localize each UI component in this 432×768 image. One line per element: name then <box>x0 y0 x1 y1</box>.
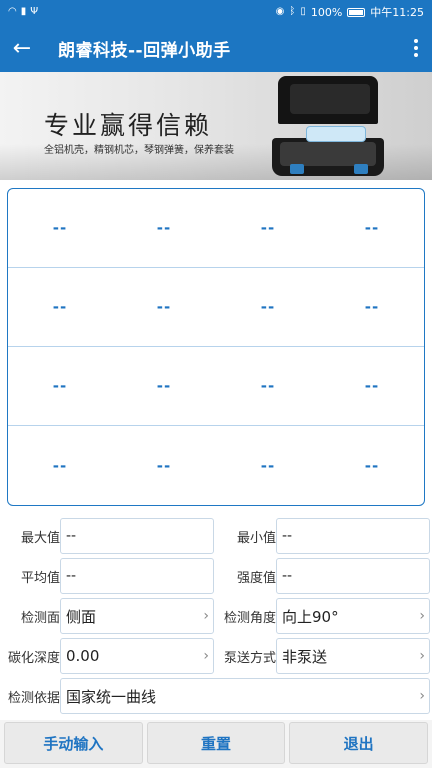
angle-value: 向上90° <box>282 607 339 626</box>
chevron-right-icon: › <box>419 688 425 704</box>
avg-value-field: -- <box>60 558 214 594</box>
reading-cell: -- <box>364 456 380 475</box>
basis-label: 检测依据 <box>7 690 60 706</box>
strength-value-field: -- <box>276 558 430 594</box>
reading-cell: -- <box>216 347 320 426</box>
chevron-right-icon: › <box>419 648 425 664</box>
battery-percent: 100% <box>310 5 343 19</box>
reading-cell: -- <box>320 189 424 268</box>
reading-cell: -- <box>112 268 216 347</box>
basis-selector[interactable]: 国家统一曲线 › <box>60 678 430 714</box>
surface-selector[interactable]: 侧面 › <box>60 598 214 634</box>
min-label: 最小值 <box>236 530 276 546</box>
form-row-max-min: 最大值 -- 最小值 -- <box>0 518 432 558</box>
page-title: 朗睿科技--回弹小助手 <box>58 40 231 61</box>
angle-selector[interactable]: 向上90° › <box>276 598 430 634</box>
surface-label: 检测面 <box>20 610 60 626</box>
max-value: -- <box>66 528 77 544</box>
reading-cell: -- <box>156 456 172 475</box>
surface-value: 侧面 <box>66 607 97 626</box>
reading-cell: -- <box>8 347 112 426</box>
pump-value: 非泵送 <box>282 647 328 666</box>
bottom-button-bar: 手动输入 重置 退出 <box>0 720 432 768</box>
back-arrow-icon[interactable]: ← <box>0 24 44 72</box>
form-row-carbon-pump: 碳化深度 0.00 › 泵送方式 非泵送 › <box>0 638 432 678</box>
min-value: -- <box>282 528 293 544</box>
promo-banner[interactable]: 专业赢得信赖 全铝机壳，精钢机芯，琴钢弹簧，保养套装 <box>0 72 432 180</box>
reading-cell: -- <box>8 268 112 347</box>
reading-cell: -- <box>216 268 320 347</box>
reading-cell: -- <box>52 456 68 475</box>
avg-value: -- <box>66 568 77 584</box>
banner-headline: 专业赢得信赖 <box>44 111 213 140</box>
angle-label: 检测角度 <box>223 610 276 626</box>
wifi-icon: ◠ <box>8 6 17 17</box>
battery-icon <box>347 7 366 17</box>
reading-cell: -- <box>320 347 424 426</box>
status-time: 中午11:25 <box>370 6 424 19</box>
reading-cell: -- <box>320 268 424 347</box>
reading-cell: -- <box>112 189 216 268</box>
readings-grid: -- -- -- -- -- -- -- -- -- -- -- -- -- -… <box>7 188 425 506</box>
carbon-depth-selector[interactable]: 0.00 › <box>60 638 214 674</box>
vibrate-icon: ▯ <box>300 6 306 17</box>
chevron-right-icon: › <box>203 608 209 624</box>
chevron-right-icon: › <box>203 648 209 664</box>
carbon-label: 碳化深度 <box>7 650 60 666</box>
usb-icon: Ψ <box>30 6 39 17</box>
reading-cell: -- <box>8 189 112 268</box>
strength-value: -- <box>282 568 293 584</box>
banner-subtitle: 全铝机壳，精钢机芯，琴钢弹簧，保养套装 <box>44 145 234 156</box>
min-value-field: -- <box>276 518 430 554</box>
app-bar: ← 朗睿科技--回弹小助手 <box>0 24 432 72</box>
reading-cell: -- <box>260 456 276 475</box>
manual-input-button[interactable]: 手动输入 <box>4 722 143 764</box>
carbon-value: 0.00 <box>66 647 100 665</box>
product-case-image <box>272 76 384 176</box>
strength-label: 强度值 <box>236 570 276 586</box>
status-bar: ◠ ▮ Ψ ◉ ᛒ ▯ 100% 中午11:25 <box>0 0 432 24</box>
basis-value: 国家统一曲线 <box>66 687 157 706</box>
form-row-basis: 检测依据 国家统一曲线 › <box>0 678 432 718</box>
exit-button[interactable]: 退出 <box>289 722 429 764</box>
reading-cell: -- <box>216 189 320 268</box>
form-row-avg-strength: 平均值 -- 强度值 -- <box>0 558 432 598</box>
reading-cell: -- <box>112 347 216 426</box>
more-menu-icon[interactable] <box>400 24 432 72</box>
max-value-field: -- <box>60 518 214 554</box>
eye-icon: ◉ <box>275 6 285 17</box>
pump-selector[interactable]: 非泵送 › <box>276 638 430 674</box>
bluetooth-icon: ᛒ <box>289 6 296 17</box>
avg-label: 平均值 <box>20 570 60 586</box>
max-label: 最大值 <box>20 530 60 546</box>
pump-label: 泵送方式 <box>223 650 276 666</box>
signal-icon: ▮ <box>20 6 27 17</box>
form-row-surface-angle: 检测面 侧面 › 检测角度 向上90° › <box>0 598 432 638</box>
chevron-right-icon: › <box>419 608 425 624</box>
reset-button[interactable]: 重置 <box>146 722 286 764</box>
